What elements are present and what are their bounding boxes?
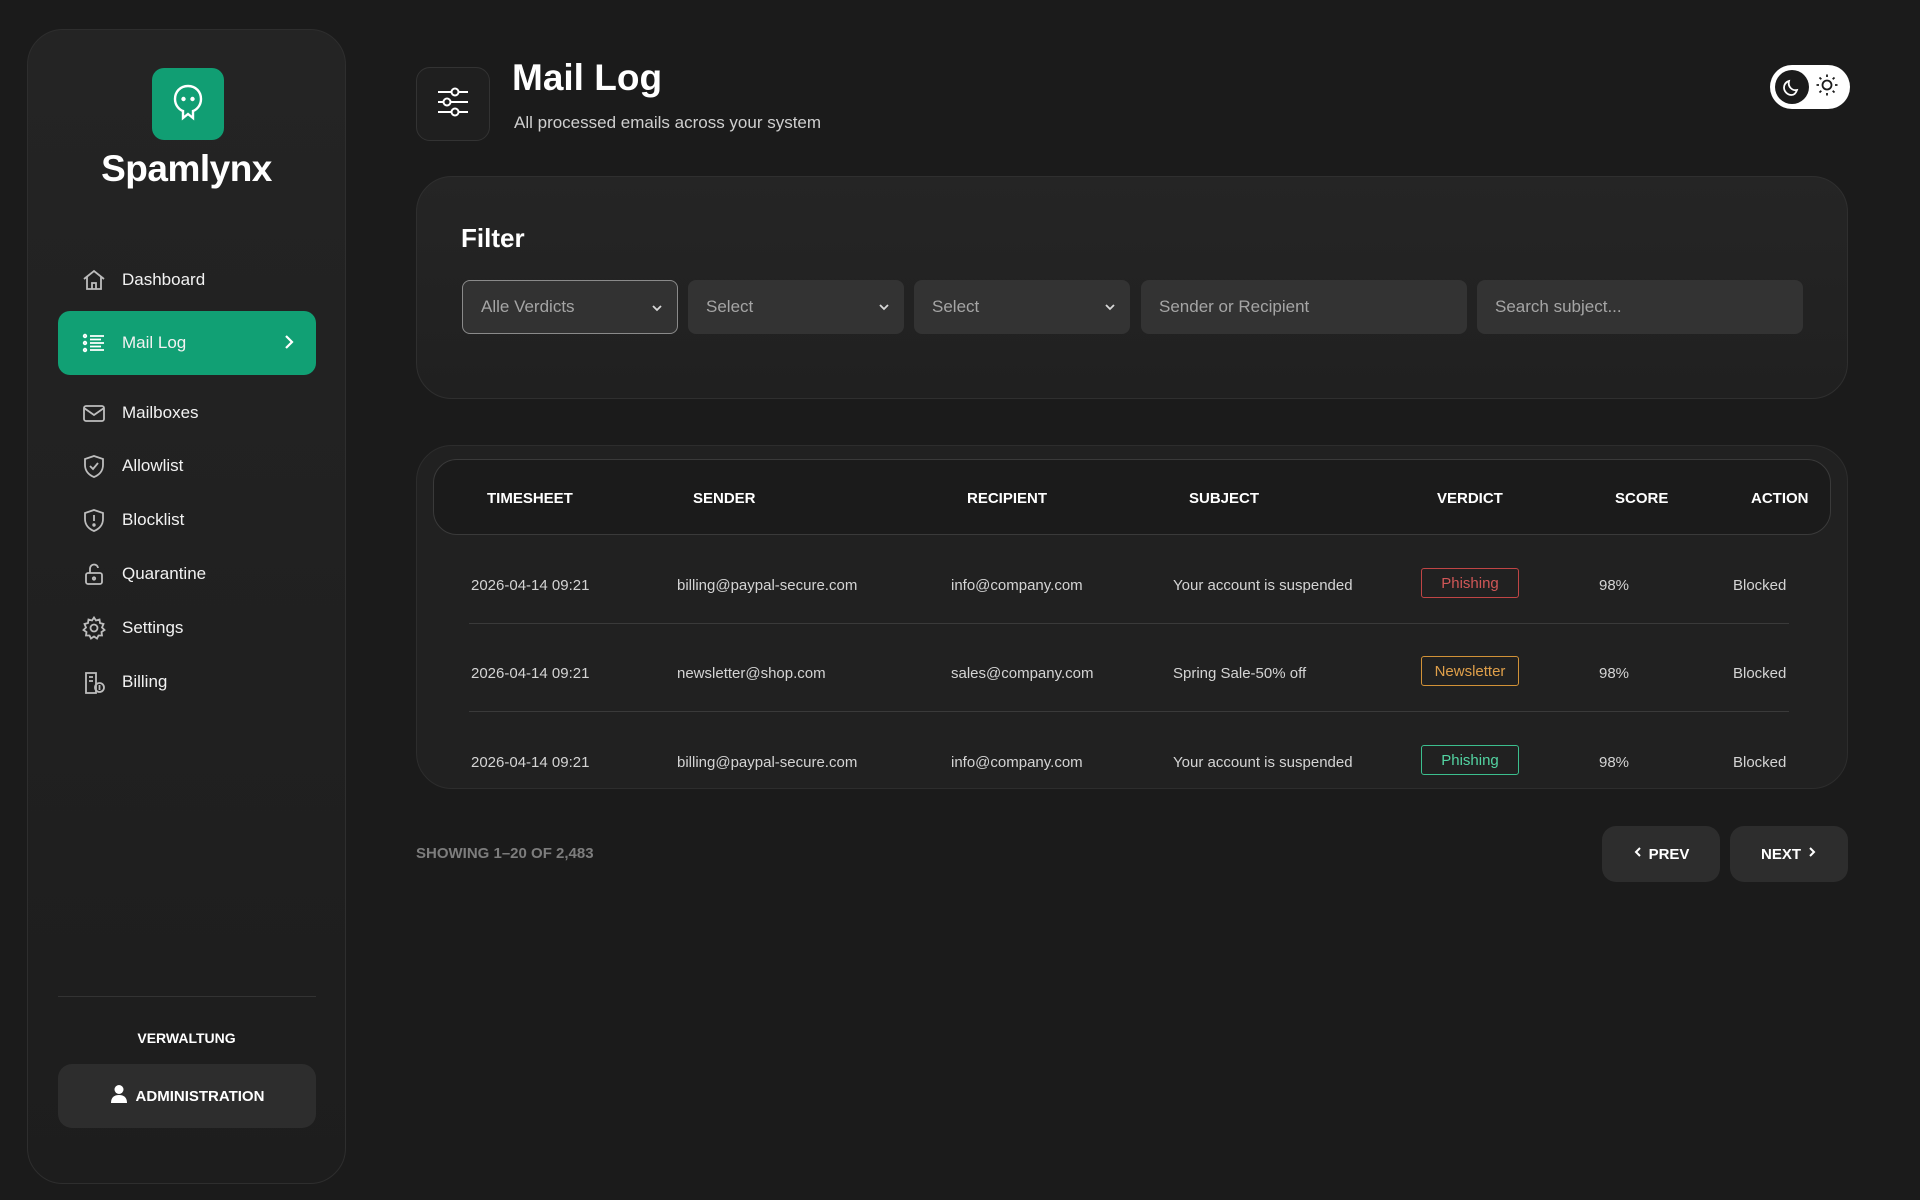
sidebar-item-label: Settings [122, 618, 184, 637]
sidebar-item-dashboard[interactable]: Dashboard [58, 255, 316, 305]
sidebar-item-mail-log[interactable]: Mail Log [58, 311, 316, 375]
verdict-badge: Phishing [1421, 745, 1519, 775]
sidebar-item-quarantine[interactable]: Quarantine [58, 549, 316, 599]
pagination-summary: SHOWING 1–20 OF 2,483 [416, 845, 594, 862]
cell-sender: billing@paypal-secure.com [677, 577, 858, 594]
filter-settings-button[interactable] [416, 67, 490, 141]
cell-time: 2026-04-14 09:21 [471, 665, 590, 682]
sidebar-item-label: Allowlist [122, 456, 184, 475]
column-header[interactable]: ACTION [1751, 490, 1809, 507]
chevron-down-icon [651, 300, 663, 320]
sliders-icon [435, 84, 471, 125]
sun-icon [1815, 73, 1839, 102]
subject-search-placeholder: Search subject... [1495, 297, 1622, 316]
shield-check-icon [80, 452, 108, 480]
sidebar-item-label: Dashboard [122, 270, 206, 289]
table-row[interactable]: 2026-04-14 09:21 newsletter@shop.com sal… [417, 632, 1847, 720]
filter-select-3[interactable]: Select [914, 280, 1130, 334]
cell-action: Blocked [1733, 665, 1787, 682]
sidebar-item-blocklist[interactable]: Blocklist [58, 495, 316, 545]
moon-icon [1775, 70, 1809, 104]
mail-icon [80, 399, 108, 427]
cell-sender: newsletter@shop.com [677, 665, 826, 682]
column-header[interactable]: SUBJECT [1189, 490, 1259, 507]
sidebar-item-label: Mailboxes [122, 403, 199, 422]
administration-label: ADMINISTRATION [135, 1087, 265, 1105]
chevron-left-icon [1633, 845, 1643, 863]
administration-button[interactable]: ADMINISTRATION [58, 1064, 316, 1128]
cell-score: 98% [1599, 754, 1630, 771]
sidebar-item-label: Billing [122, 672, 168, 691]
filter-select-2-value: Select [706, 297, 754, 316]
filter-select-2[interactable]: Select [688, 280, 904, 334]
next-button[interactable]: NEXT [1730, 826, 1848, 882]
section-label: VERWALTUNG [137, 1030, 236, 1046]
sidebar-item-settings[interactable]: Settings [58, 603, 316, 653]
cell-action: Blocked [1733, 754, 1787, 771]
lock-icon [80, 560, 108, 588]
column-header[interactable]: TIMESHEET [487, 490, 573, 507]
filter-panel: Filter Alle Verdicts Select Select Sende… [416, 176, 1848, 399]
filter-select-3-value: Select [932, 297, 980, 316]
next-label: NEXT [1760, 845, 1801, 863]
cell-score: 98% [1599, 577, 1630, 594]
cell-subject: Spring Sale-50% off [1173, 665, 1307, 682]
cell-recipient: info@company.com [951, 754, 1083, 771]
cell-score: 98% [1599, 665, 1630, 682]
user-icon [110, 1084, 128, 1108]
ghost-icon [171, 83, 205, 126]
sidebar-item-label: Blocklist [122, 510, 185, 529]
sidebar-divider [58, 996, 316, 997]
sidebar-item-allowlist[interactable]: Allowlist [58, 441, 316, 491]
cell-recipient: sales@company.com [951, 665, 1094, 682]
prev-button[interactable]: PREV [1602, 826, 1720, 882]
verdict-select[interactable]: Alle Verdicts [462, 280, 678, 334]
gear-icon [80, 614, 108, 642]
theme-toggle[interactable] [1770, 65, 1850, 109]
sidebar: Spamlynx Dashboard Mail Log Mailboxes Al… [27, 29, 346, 1184]
table-row[interactable]: 2026-04-14 09:21 billing@paypal-secure.c… [417, 544, 1847, 632]
column-header[interactable]: RECIPIENT [967, 490, 1047, 507]
chevron-right-icon [1807, 845, 1817, 863]
prev-label: PREV [1648, 845, 1690, 863]
column-header[interactable]: SCORE [1615, 490, 1668, 507]
verdict-badge: Newsletter [1421, 656, 1519, 686]
page-title: Mail Log [512, 57, 663, 98]
subject-search-input[interactable]: Search subject... [1477, 280, 1803, 334]
page-subtitle: All processed emails across your system [514, 113, 822, 132]
cell-subject: Your account is suspended [1173, 577, 1353, 594]
home-icon [80, 266, 108, 294]
sidebar-item-label: Mail Log [122, 333, 187, 352]
sender-recipient-input[interactable]: Sender or Recipient [1141, 280, 1467, 334]
brand-name: Spamlynx [101, 148, 272, 189]
row-divider [469, 623, 1789, 624]
cell-subject: Your account is suspended [1173, 754, 1353, 771]
column-header[interactable]: SENDER [693, 490, 756, 507]
logo[interactable] [152, 68, 224, 140]
cell-time: 2026-04-14 09:21 [471, 577, 590, 594]
sender-recipient-placeholder: Sender or Recipient [1159, 297, 1310, 316]
billing-icon [80, 668, 108, 696]
sidebar-item-label: Quarantine [122, 564, 207, 583]
table-header: TIMESHEET SENDER RECIPIENT SUBJECT VERDI… [433, 459, 1831, 535]
table-row[interactable]: 2026-04-14 09:21 billing@paypal-secure.c… [417, 721, 1847, 788]
cell-action: Blocked [1733, 577, 1787, 594]
mail-log-table: TIMESHEET SENDER RECIPIENT SUBJECT VERDI… [416, 445, 1848, 789]
sidebar-item-billing[interactable]: Billing [58, 657, 316, 707]
cell-recipient: info@company.com [951, 577, 1083, 594]
shield-alert-icon [80, 506, 108, 534]
sidebar-item-mailboxes[interactable]: Mailboxes [58, 388, 316, 438]
list-icon [80, 329, 108, 357]
chevron-down-icon [878, 299, 890, 319]
column-header[interactable]: VERDICT [1437, 490, 1503, 507]
cell-sender: billing@paypal-secure.com [677, 754, 858, 771]
filter-title: Filter [461, 223, 525, 253]
cell-time: 2026-04-14 09:21 [471, 754, 590, 771]
verdict-badge: Phishing [1421, 568, 1519, 598]
chevron-right-icon [282, 331, 296, 358]
verdict-select-value: Alle Verdicts [481, 297, 575, 316]
row-divider [469, 711, 1789, 712]
chevron-down-icon [1104, 299, 1116, 319]
